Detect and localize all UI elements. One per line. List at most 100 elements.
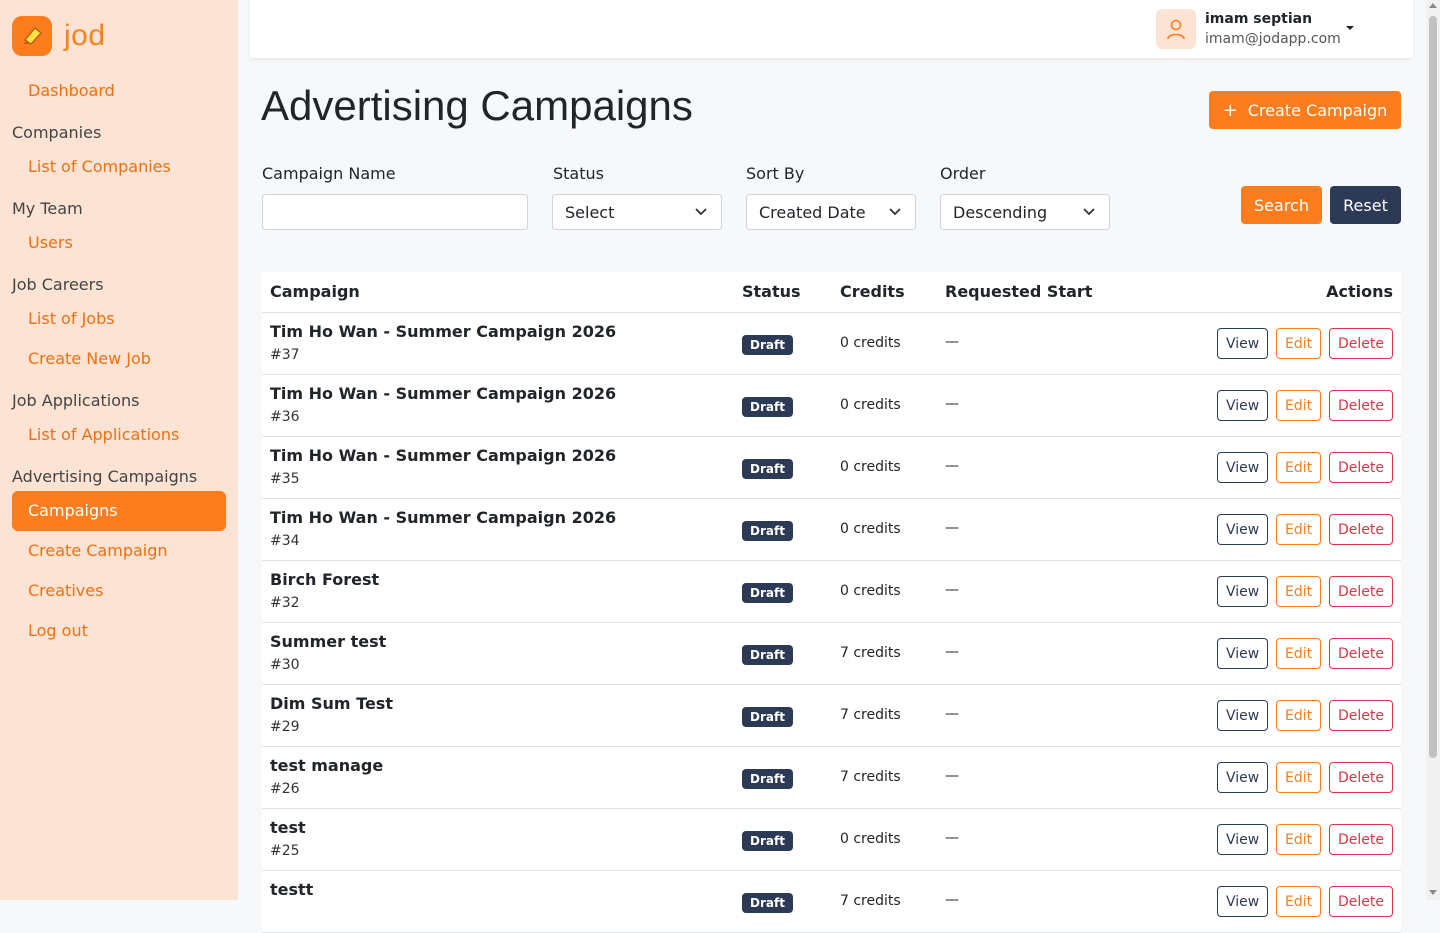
delete-button[interactable]: Delete	[1329, 762, 1393, 793]
status-badge: Draft	[742, 645, 793, 665]
view-button[interactable]: View	[1217, 824, 1268, 855]
edit-button[interactable]: Edit	[1276, 700, 1321, 731]
user-menu[interactable]: imam septian imam@jodapp.com	[1156, 8, 1352, 50]
requested-start-value: —	[945, 582, 959, 598]
sort-by-select[interactable]: Created Date	[746, 194, 916, 230]
scroll-down-icon[interactable]	[1429, 890, 1437, 895]
credits-value: 0 credits	[840, 583, 901, 599]
view-button[interactable]: View	[1217, 886, 1268, 917]
credits-value: 0 credits	[840, 459, 901, 475]
sidebar-item-list-of-applications[interactable]: List of Applications	[12, 415, 226, 455]
campaign-name[interactable]: Dim Sum Test	[270, 694, 393, 713]
view-button[interactable]: View	[1217, 452, 1268, 483]
table-row: Tim Ho Wan - Summer Campaign 2026 #35 Draf…	[262, 437, 1401, 499]
edit-button[interactable]: Edit	[1276, 576, 1321, 607]
chevron-down-icon	[1083, 208, 1095, 216]
row-actions: View Edit Delete	[1217, 638, 1393, 669]
scroll-up-icon[interactable]	[1429, 3, 1437, 8]
row-actions: View Edit Delete	[1217, 886, 1393, 917]
row-actions: View Edit Delete	[1217, 700, 1393, 731]
scrollbar[interactable]	[1426, 0, 1440, 900]
campaign-name[interactable]: Summer test	[270, 632, 386, 651]
campaign-name[interactable]: Tim Ho Wan - Summer Campaign 2026	[270, 384, 616, 403]
sidebar-item-users[interactable]: Users	[12, 223, 226, 263]
requested-start-value: —	[945, 396, 959, 412]
delete-button[interactable]: Delete	[1329, 328, 1393, 359]
scroll-thumb[interactable]	[1429, 16, 1437, 758]
campaign-name[interactable]: Birch Forest	[270, 570, 379, 589]
edit-button[interactable]: Edit	[1276, 328, 1321, 359]
status-select[interactable]: Select	[552, 194, 722, 230]
header-campaign: Campaign	[270, 282, 360, 301]
row-actions: View Edit Delete	[1217, 328, 1393, 359]
campaign-name[interactable]: test manage	[270, 756, 383, 775]
delete-button[interactable]: Delete	[1329, 576, 1393, 607]
table-row: test #25 Draft 0 credits — View Edit Delete	[262, 809, 1401, 871]
sidebar-item-list-of-companies[interactable]: List of Companies	[12, 147, 226, 187]
campaign-name-input[interactable]	[262, 194, 528, 230]
campaign-id: #34	[270, 533, 300, 549]
view-button[interactable]: View	[1217, 390, 1268, 421]
order-select[interactable]: Descending	[940, 194, 1110, 230]
edit-button[interactable]: Edit	[1276, 762, 1321, 793]
status-badge: Draft	[742, 335, 793, 355]
user-icon	[1167, 19, 1185, 40]
delete-button[interactable]: Delete	[1329, 514, 1393, 545]
sidebar-item-create-campaign[interactable]: Create Campaign	[12, 531, 226, 571]
sidebar-item-creatives[interactable]: Creatives	[12, 571, 226, 611]
row-actions: View Edit Delete	[1217, 514, 1393, 545]
sidebar-section-advertising-campaigns: Advertising Campaigns	[12, 467, 198, 486]
edit-button[interactable]: Edit	[1276, 514, 1321, 545]
order-select-value: Descending	[953, 202, 1048, 222]
campaign-name[interactable]: test	[270, 818, 306, 837]
delete-button[interactable]: Delete	[1329, 452, 1393, 483]
delete-button[interactable]: Delete	[1329, 638, 1393, 669]
reset-button[interactable]: Reset	[1330, 186, 1401, 224]
table-row: Birch Forest #32 Draft 0 credits — View Edit De…	[262, 561, 1401, 623]
status-badge: Draft	[742, 707, 793, 727]
top-bar: imam septian imam@jodapp.com	[250, 0, 1413, 58]
logo-icon	[12, 16, 52, 56]
edit-button[interactable]: Edit	[1276, 452, 1321, 483]
table-row: Tim Ho Wan - Summer Campaign 2026 #37 Draf…	[262, 313, 1401, 375]
sidebar-item-log-out[interactable]: Log out	[12, 611, 226, 651]
edit-button[interactable]: Edit	[1276, 390, 1321, 421]
table-body: Tim Ho Wan - Summer Campaign 2026 #37 Draf…	[262, 313, 1401, 933]
sidebar-item-list-of-jobs[interactable]: List of Jobs	[12, 299, 226, 339]
credits-value: 7 credits	[840, 645, 901, 661]
view-button[interactable]: View	[1217, 514, 1268, 545]
header-requested-start: Requested Start	[945, 282, 1093, 301]
status-label: Status	[553, 164, 604, 183]
sidebar-section-job-applications: Job Applications	[12, 391, 140, 410]
sidebar-item-create-new-job[interactable]: Create New Job	[12, 339, 226, 379]
delete-button[interactable]: Delete	[1329, 700, 1393, 731]
chevron-down-icon[interactable]	[1344, 22, 1356, 34]
delete-button[interactable]: Delete	[1329, 390, 1393, 421]
view-button[interactable]: View	[1217, 576, 1268, 607]
campaign-name[interactable]: Tim Ho Wan - Summer Campaign 2026	[270, 446, 616, 465]
sidebar-item-dashboard[interactable]: Dashboard	[12, 71, 226, 111]
credits-value: 0 credits	[840, 521, 901, 537]
edit-button[interactable]: Edit	[1276, 824, 1321, 855]
campaign-name[interactable]: testt	[270, 880, 313, 899]
create-campaign-button[interactable]: + Create Campaign	[1209, 91, 1401, 129]
sidebar: jod Dashboard Companies List of Companie…	[0, 0, 238, 900]
sidebar-item-campaigns[interactable]: Campaigns	[12, 491, 226, 531]
view-button[interactable]: View	[1217, 700, 1268, 731]
campaign-id: #37	[270, 347, 300, 363]
campaign-id: #26	[270, 781, 300, 797]
edit-button[interactable]: Edit	[1276, 886, 1321, 917]
view-button[interactable]: View	[1217, 762, 1268, 793]
logo-text: jod	[64, 19, 106, 52]
view-button[interactable]: View	[1217, 638, 1268, 669]
view-button[interactable]: View	[1217, 328, 1268, 359]
delete-button[interactable]: Delete	[1329, 886, 1393, 917]
row-actions: View Edit Delete	[1217, 576, 1393, 607]
search-button[interactable]: Search	[1241, 186, 1322, 224]
campaign-name[interactable]: Tim Ho Wan - Summer Campaign 2026	[270, 322, 616, 341]
campaign-name[interactable]: Tim Ho Wan - Summer Campaign 2026	[270, 508, 616, 527]
logo[interactable]: jod	[12, 16, 106, 56]
row-actions: View Edit Delete	[1217, 452, 1393, 483]
delete-button[interactable]: Delete	[1329, 824, 1393, 855]
edit-button[interactable]: Edit	[1276, 638, 1321, 669]
